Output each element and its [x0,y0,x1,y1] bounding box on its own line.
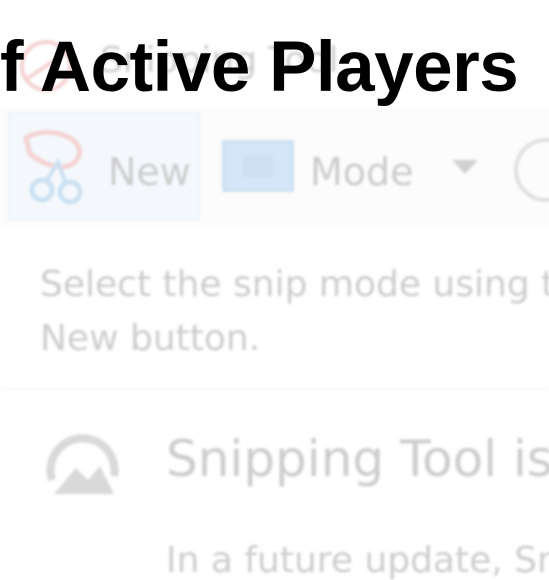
snip-mode-icon[interactable] [222,140,294,192]
scissors-icon [23,129,83,205]
instruction-line-2: New button. [40,318,261,359]
overlay-heading: f Active Players [0,28,519,107]
screenshot-stage: Snipping Tool New Mode Select the snip m… [0,0,549,580]
instruction-text: Select the snip mode using t New button. [40,258,549,366]
chevron-down-icon[interactable] [452,160,478,174]
divider [0,388,549,390]
mode-button-label[interactable]: Mode [310,150,414,194]
notice-title: Snipping Tool is [166,430,549,488]
notice-body: In a future update, Sn [166,540,549,580]
snip-sketch-icon [46,434,119,494]
new-button-label: New [108,150,191,194]
instruction-line-1: Select the snip mode using t [40,264,549,305]
